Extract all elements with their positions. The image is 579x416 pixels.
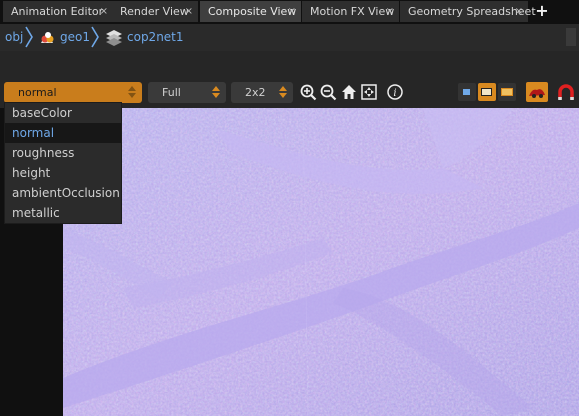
tab-close-icon[interactable]: ×	[288, 1, 296, 22]
split-select[interactable]: 2x2	[231, 82, 293, 103]
menu-item-basecolor[interactable]: baseColor	[5, 103, 121, 123]
geo-node-icon	[41, 32, 54, 43]
tab-label: Animation Editor	[11, 5, 104, 18]
pane-tab-bar: Animation Editor × Render View × Composi…	[0, 0, 579, 24]
tab-close-icon[interactable]: ×	[386, 1, 394, 22]
split-select-value: 2x2	[245, 86, 266, 99]
resolution-select-value: Full	[162, 86, 181, 99]
menu-item-roughness[interactable]: roughness	[5, 143, 121, 163]
path-separator-icon	[91, 26, 99, 48]
plane-select-value: normal	[18, 86, 57, 99]
tab-label: Composite View	[208, 5, 297, 18]
tab-motion-fx-view[interactable]: Motion FX View ×	[302, 1, 399, 22]
zoom-out-icon[interactable]	[319, 83, 337, 101]
tab-geometry-spreadsheet[interactable]: Geometry Spreadsheet ×	[400, 1, 536, 22]
chevron-updown-icon	[279, 85, 287, 99]
svg-text:i: i	[393, 88, 396, 99]
path-item-geo1[interactable]: geo1	[60, 30, 90, 44]
menu-item-ambientocclusion[interactable]: ambientOcclusion	[5, 183, 121, 203]
network-path-bar: obj geo1 cop2net1	[0, 24, 579, 51]
tab-label: Motion FX View	[310, 5, 395, 18]
normal-map-image	[63, 108, 579, 416]
tab-animation-editor[interactable]: Animation Editor ×	[3, 1, 113, 22]
magnet-icon[interactable]	[556, 83, 576, 103]
home-icon[interactable]	[340, 83, 358, 101]
add-tab-button[interactable]: +	[531, 1, 553, 22]
split-view-icon[interactable]	[478, 83, 496, 101]
zoom-in-icon[interactable]	[299, 83, 317, 101]
composite-viewport[interactable]	[63, 108, 579, 416]
tab-close-icon[interactable]: ×	[515, 1, 523, 22]
path-separator-icon	[25, 26, 33, 48]
plane-select[interactable]: normal	[4, 82, 142, 103]
chevron-updown-icon	[128, 85, 136, 99]
menu-item-metallic[interactable]: metallic	[5, 203, 121, 223]
resolution-select[interactable]: Full	[148, 82, 226, 103]
plane-dropdown-menu: baseColor normal roughness height ambien…	[4, 102, 122, 224]
chevron-updown-icon	[212, 85, 220, 99]
tab-close-icon[interactable]: ×	[185, 1, 193, 22]
path-item-obj[interactable]: obj	[5, 30, 23, 44]
menu-item-height[interactable]: height	[5, 163, 121, 183]
info-icon[interactable]: i	[386, 83, 404, 101]
path-pin-handle[interactable]	[566, 28, 576, 46]
frame-icon[interactable]	[360, 83, 378, 101]
snapshot-icon[interactable]	[526, 82, 548, 102]
compare-view-icon[interactable]	[498, 83, 516, 101]
cop-network-icon	[106, 30, 122, 46]
single-view-icon[interactable]	[458, 83, 476, 101]
tab-label: Render View	[120, 5, 189, 18]
viewer-toolbar: normal Full 2x2 i	[0, 51, 579, 108]
tab-render-view[interactable]: Render View ×	[112, 1, 198, 22]
menu-item-normal[interactable]: normal	[5, 123, 121, 143]
tab-close-icon[interactable]: ×	[100, 1, 108, 22]
path-item-cop2net1[interactable]: cop2net1	[127, 30, 184, 44]
tab-composite-view[interactable]: Composite View ×	[200, 1, 301, 22]
